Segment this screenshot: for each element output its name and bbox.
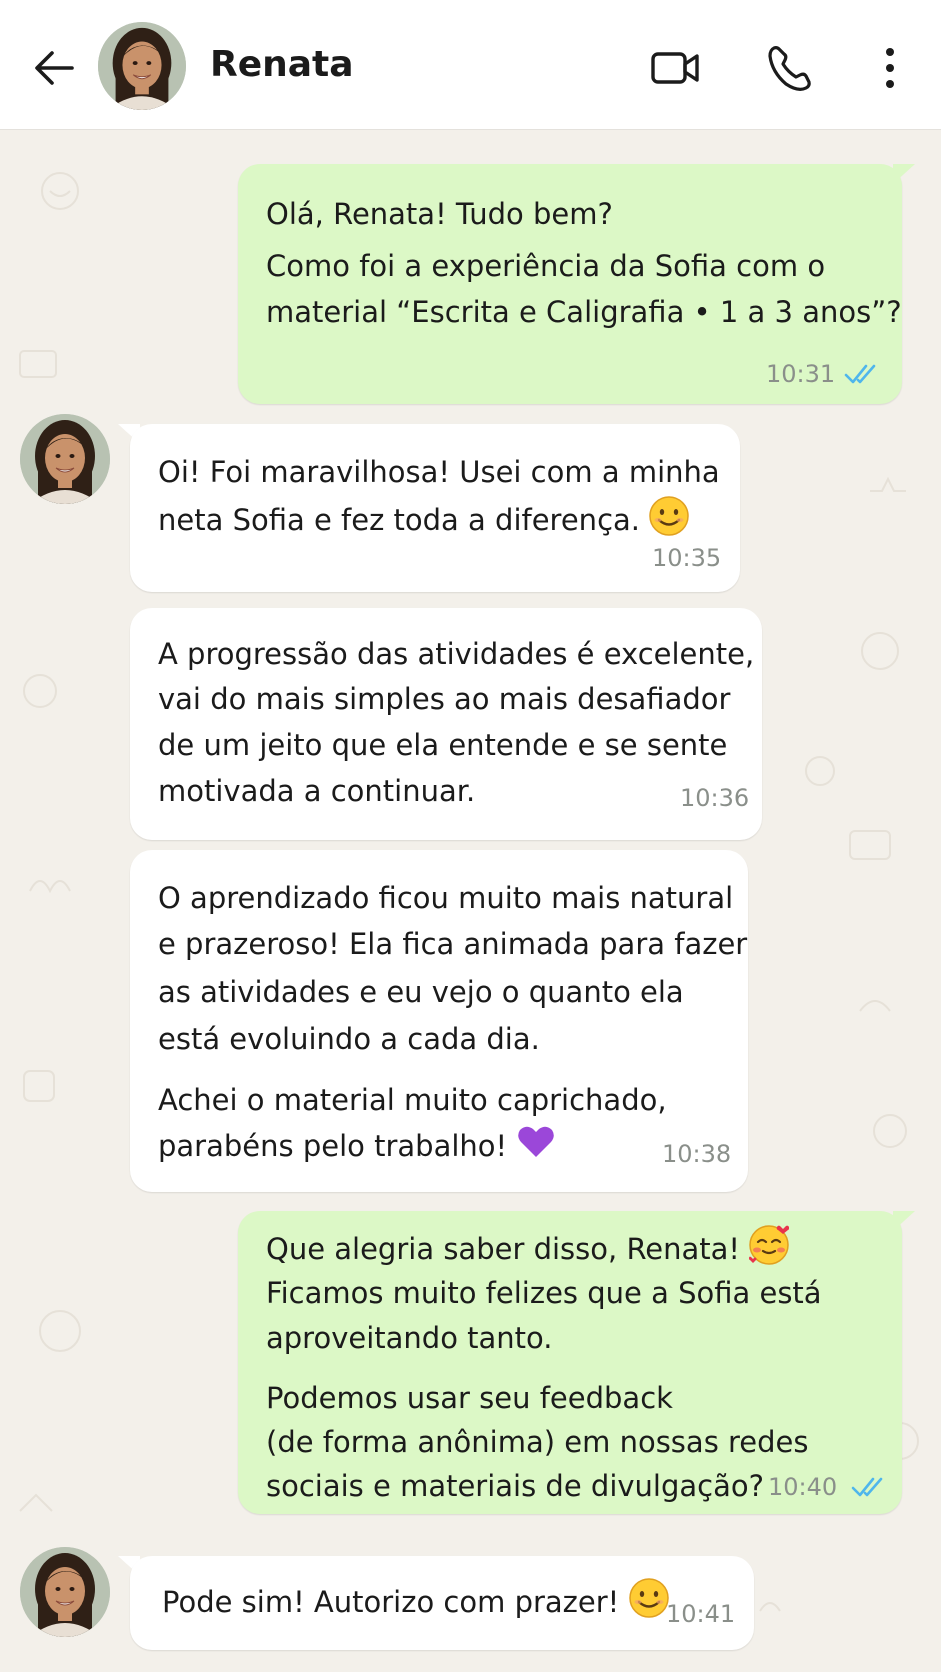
- message-bubble-outgoing[interactable]: Que alegria saber disso, Renata! Ficamos…: [238, 1211, 902, 1514]
- contact-avatar[interactable]: [20, 414, 110, 504]
- contact-avatar[interactable]: [98, 22, 186, 110]
- message-time: 10:35: [652, 544, 722, 572]
- message-text-line: está evoluindo a cada dia.: [158, 1022, 540, 1056]
- read-ticks-icon: [851, 1477, 883, 1497]
- contact-name[interactable]: Renata: [210, 44, 354, 85]
- message-text-line: Pode sim! Autorizo com prazer!: [162, 1578, 669, 1626]
- smiling-face-icon: [628, 1578, 669, 1618]
- smiling-face-icon: [649, 496, 690, 536]
- message-text-line: material “Escrita e Caligrafia • 1 a 3 a…: [266, 295, 902, 329]
- message-time: 10:31: [766, 360, 836, 388]
- message-text-line: de um jeito que ela entende e se sente: [158, 728, 728, 762]
- message-text-line: e prazeroso! Ela fica animada para fazer: [158, 927, 748, 961]
- message-text-line: motivada a continuar.: [158, 774, 476, 808]
- message-text: Pode sim! Autorizo com prazer!: [162, 1585, 620, 1619]
- contact-avatar[interactable]: [20, 1547, 110, 1637]
- back-arrow-icon[interactable]: [28, 40, 84, 96]
- message-text-line: Que alegria saber disso, Renata!: [266, 1225, 790, 1273]
- smiling-face-with-hearts-icon: [749, 1225, 790, 1265]
- message-bubble-outgoing[interactable]: Olá, Renata! Tudo bem? Como foi a experi…: [238, 164, 902, 404]
- message-text-line: as atividades e eu vejo o quanto ela: [158, 975, 684, 1009]
- message-text-line: sociais e materiais de divulgação?: [266, 1469, 764, 1503]
- message-text: parabéns pelo trabalho!: [158, 1129, 508, 1163]
- message-time: 10:38: [662, 1140, 732, 1168]
- message-text-line: vai do mais simples ao mais desafiador: [158, 682, 731, 716]
- message-text-line: Oi! Foi maravilhosa! Usei com a minha: [158, 455, 720, 489]
- chat-header: Renata: [0, 0, 941, 130]
- read-ticks-icon: [844, 364, 876, 384]
- message-text: Que alegria saber disso, Renata!: [266, 1232, 741, 1266]
- message-text-line: A progressão das atividades é excelente,: [158, 637, 755, 671]
- bubble-tail: [893, 164, 915, 184]
- message-text-line: Achei o material muito caprichado,: [158, 1083, 667, 1117]
- message-text-line: Ficamos muito felizes que a Sofia está: [266, 1276, 822, 1310]
- chat-area[interactable]: Olá, Renata! Tudo bem? Como foi a experi…: [0, 131, 941, 1672]
- message-time: 10:40: [768, 1473, 838, 1501]
- message-bubble-incoming[interactable]: O aprendizado ficou muito mais natural e…: [130, 850, 748, 1192]
- message-text-line: Podemos usar seu feedback: [266, 1381, 673, 1415]
- message-text-line: parabéns pelo trabalho!: [158, 1122, 556, 1170]
- message-text-line: Olá, Renata! Tudo bem?: [266, 197, 613, 231]
- purple-heart-icon: [518, 1126, 555, 1157]
- message-text-line: aproveitando tanto.: [266, 1321, 553, 1355]
- message-bubble-incoming[interactable]: Pode sim! Autorizo com prazer! 10:41: [130, 1556, 754, 1650]
- bubble-tail: [893, 1211, 915, 1231]
- message-bubble-incoming[interactable]: A progressão das atividades é excelente,…: [130, 608, 762, 840]
- message-text: neta Sofia e fez toda a diferença.: [158, 503, 640, 537]
- more-vert-icon[interactable]: [865, 38, 915, 98]
- message-bubble-incoming[interactable]: Oi! Foi maravilhosa! Usei com a minha ne…: [130, 424, 740, 592]
- message-text-line: (de forma anônima) em nossas redes: [266, 1425, 809, 1459]
- phone-icon[interactable]: [760, 38, 820, 98]
- message-text-line: neta Sofia e fez toda a diferença.: [158, 496, 690, 544]
- message-text-line: O aprendizado ficou muito mais natural: [158, 881, 734, 915]
- message-time: 10:36: [680, 784, 750, 812]
- video-call-icon[interactable]: [645, 38, 705, 98]
- message-time: 10:41: [666, 1600, 736, 1628]
- message-text-line: Como foi a experiência da Sofia com o: [266, 249, 826, 283]
